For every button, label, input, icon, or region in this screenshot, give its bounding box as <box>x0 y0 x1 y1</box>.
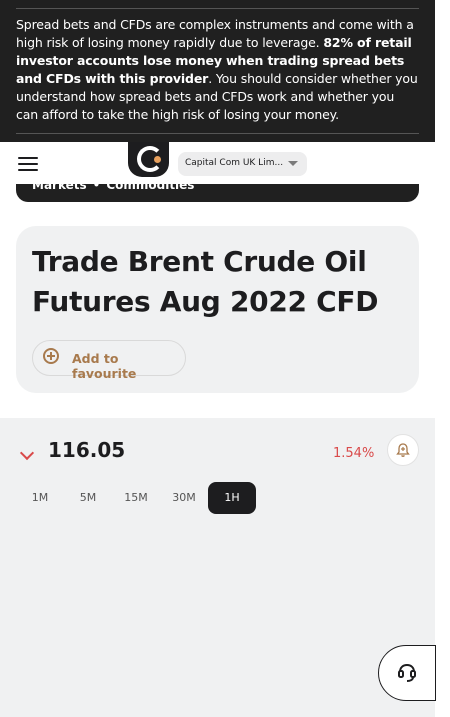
risk-warning-text: Spread bets and CFDs are complex instrum… <box>16 16 418 124</box>
timeframe-15m[interactable]: 15M <box>112 482 160 514</box>
banner-divider-top <box>16 8 419 9</box>
current-price: 116.05 <box>48 438 126 462</box>
hamburger-icon[interactable] <box>18 157 38 171</box>
entity-select-value: Capital Com UK Lim... <box>185 158 284 168</box>
timeframe-1m[interactable]: 1M <box>16 482 64 514</box>
favourite-label: Add to favourite <box>72 351 137 381</box>
add-to-favourite-button[interactable]: Add to favourite <box>32 340 186 381</box>
breadcrumb-separator: • <box>92 178 101 192</box>
timeframe-30m[interactable]: 30M <box>160 482 208 514</box>
price-change: 1.54% <box>333 446 375 461</box>
price-panel: 116.05 1.54% 1M 5M 15M 30M 1H <box>0 418 435 717</box>
capital-com-logo[interactable] <box>128 142 169 177</box>
timeframe-1h[interactable]: 1H <box>208 482 256 514</box>
breadcrumb-commodities[interactable]: Commodities <box>106 178 194 192</box>
banner-divider-bottom <box>16 133 419 134</box>
support-chat-button[interactable] <box>378 645 436 701</box>
headset-icon <box>398 663 416 682</box>
entity-select[interactable]: Capital Com UK Lim... <box>178 152 307 176</box>
logo-dot <box>154 156 161 163</box>
breadcrumb-markets[interactable]: Markets <box>32 178 87 192</box>
caret-down-icon <box>288 161 298 166</box>
plus-circle-icon <box>43 348 59 364</box>
bell-plus-icon <box>396 443 410 457</box>
breadcrumb: Markets • Commodities <box>16 178 419 202</box>
risk-warning-banner: Spread bets and CFDs are complex instrum… <box>0 0 435 142</box>
instrument-title-card: Trade Brent Crude Oil Futures Aug 2022 C… <box>16 226 419 393</box>
page-title: Trade Brent Crude Oil Futures Aug 2022 C… <box>32 245 379 318</box>
price-alert-button[interactable] <box>387 434 419 466</box>
timeframe-5m[interactable]: 5M <box>64 482 112 514</box>
chevron-down-icon <box>19 445 35 461</box>
